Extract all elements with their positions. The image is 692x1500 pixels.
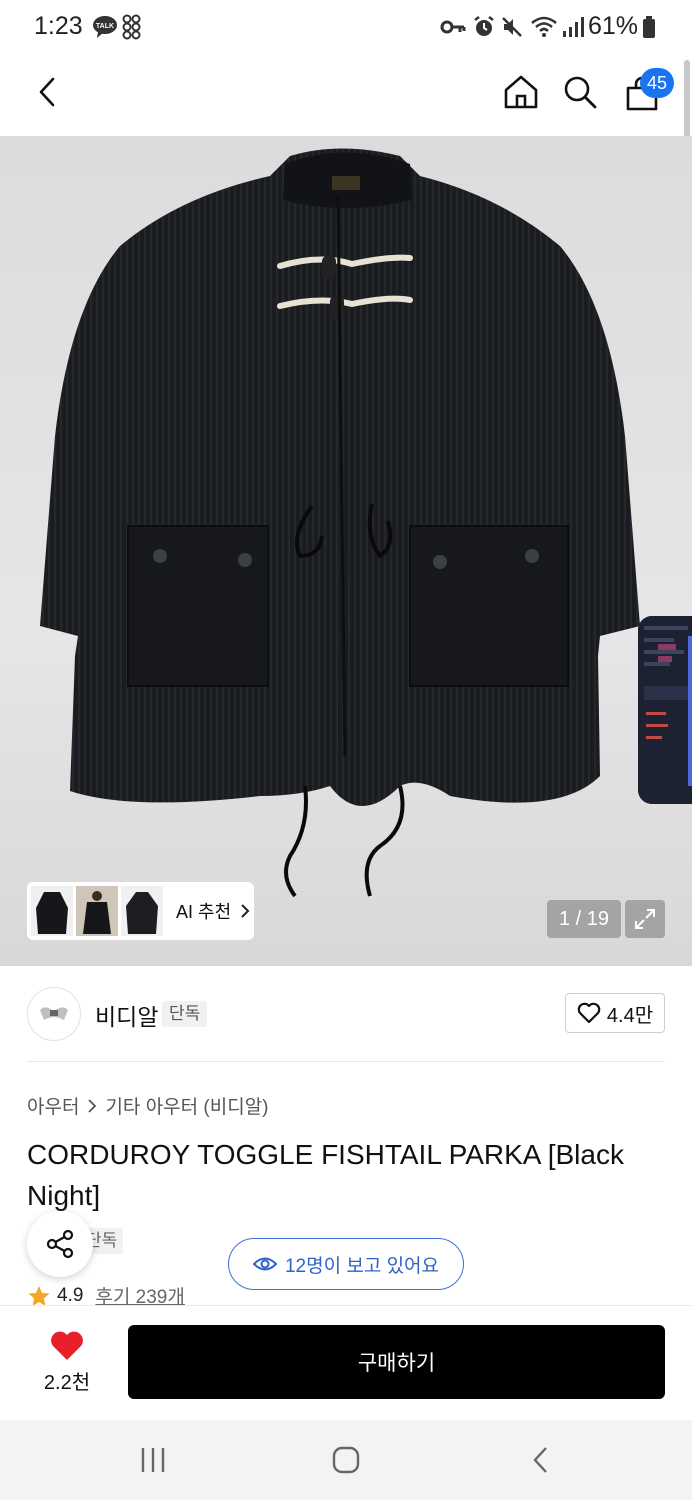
wishlist-button[interactable]: 2.2천 bbox=[30, 1330, 104, 1395]
star-icon bbox=[28, 1285, 50, 1306]
search-button[interactable] bbox=[552, 64, 608, 120]
expand-icon bbox=[635, 909, 655, 929]
wifi-icon bbox=[530, 14, 558, 40]
ai-recommend-label: AI 추천 bbox=[176, 902, 232, 922]
product-image-gallery[interactable]: AI 추천 1 / 19 bbox=[0, 136, 692, 966]
svg-text:TALK: TALK bbox=[96, 23, 114, 30]
mute-icon bbox=[500, 14, 524, 40]
top-navigation bbox=[0, 54, 692, 136]
breadcrumb-item-outer[interactable]: 아우터 bbox=[27, 1092, 79, 1119]
home-circle-icon bbox=[332, 1446, 360, 1474]
heart-filled-icon bbox=[51, 1331, 83, 1360]
back-icon bbox=[39, 77, 55, 107]
back-arrow-icon bbox=[533, 1447, 547, 1473]
buy-button[interactable]: 구매하기 bbox=[128, 1325, 665, 1399]
brand-name[interactable]: 비디알 bbox=[95, 998, 158, 1032]
recent-apps-button[interactable] bbox=[130, 1440, 176, 1480]
back-button[interactable] bbox=[20, 64, 76, 120]
image-counter: 1 / 19 bbox=[547, 900, 621, 938]
ai-recommend-box[interactable]: AI 추천 bbox=[27, 882, 254, 940]
rating-score: 4.9 bbox=[57, 1284, 84, 1306]
product-page: 1:23 TALK 61% 45 AI 추천 1 / 19 비디알 단독 4.4… bbox=[0, 0, 692, 1500]
cart-count-badge: 45 bbox=[640, 68, 675, 98]
search-icon bbox=[564, 76, 597, 109]
brand-like-count: 4.4만 bbox=[606, 1004, 654, 1027]
divider bbox=[27, 1061, 665, 1062]
eye-icon bbox=[252, 1257, 277, 1271]
floating-video-thumbnail[interactable] bbox=[638, 616, 692, 804]
wishlist-count: 2.2천 bbox=[43, 1372, 91, 1394]
brand-like-button[interactable]: 4.4만 bbox=[565, 993, 665, 1033]
ai-thumbnail-3[interactable] bbox=[121, 886, 163, 936]
chevron-right-icon bbox=[88, 1098, 97, 1113]
exclusive-badge: 단독 bbox=[162, 1001, 208, 1027]
back-nav-button[interactable] bbox=[518, 1440, 564, 1480]
battery-percent: 61% bbox=[587, 12, 638, 40]
home-button[interactable] bbox=[493, 64, 549, 120]
status-bar: 1:23 TALK 61% bbox=[0, 0, 692, 54]
recent-apps-icon bbox=[141, 1448, 165, 1472]
battery-icon bbox=[642, 14, 656, 40]
breadcrumb: 아우터 기타 아우터 (비디알) bbox=[27, 1092, 269, 1119]
signal-icon bbox=[562, 14, 584, 40]
brand-logo[interactable] bbox=[27, 987, 81, 1041]
app-grid-icon bbox=[122, 14, 142, 40]
viewer-count-text: 12명이 보고 있어요 bbox=[284, 1255, 440, 1277]
fullscreen-button[interactable] bbox=[625, 900, 665, 938]
home-icon bbox=[504, 75, 538, 109]
share-icon bbox=[46, 1229, 74, 1259]
heart-outline-icon bbox=[577, 1002, 601, 1024]
alarm-icon bbox=[472, 14, 496, 40]
key-icon bbox=[440, 14, 466, 40]
viewer-count-pill: 12명이 보고 있어요 bbox=[228, 1238, 464, 1290]
home-nav-button[interactable] bbox=[322, 1440, 370, 1480]
product-title: CORDUROY TOGGLE FISHTAIL PARKA [Black Ni… bbox=[27, 1139, 624, 1211]
status-time: 1:23 bbox=[34, 12, 83, 40]
chevron-right-icon bbox=[241, 904, 250, 918]
breadcrumb-item-other-outer[interactable]: 기타 아우터 (비디알) bbox=[105, 1092, 268, 1119]
share-button[interactable] bbox=[27, 1211, 93, 1277]
system-navigation-bar bbox=[0, 1420, 692, 1500]
ai-thumbnail-2[interactable] bbox=[76, 886, 118, 936]
ai-thumbnail-1[interactable] bbox=[31, 886, 73, 936]
parka-image bbox=[40, 148, 640, 898]
talk-icon: TALK bbox=[92, 14, 118, 40]
